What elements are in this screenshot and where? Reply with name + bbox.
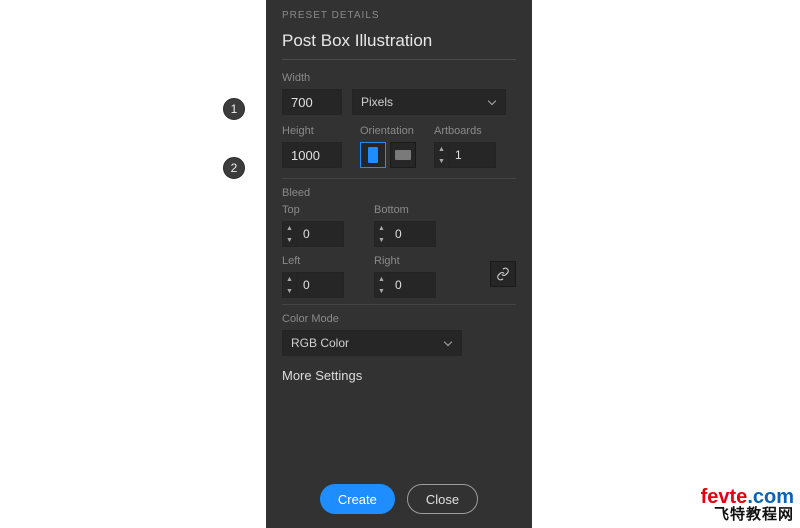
chevron-down-icon bbox=[487, 97, 497, 107]
artboards-spinner-buttons[interactable]: ▲ ▼ bbox=[434, 142, 448, 168]
bleed-label: Bleed bbox=[282, 187, 516, 199]
close-button[interactable]: Close bbox=[407, 484, 478, 514]
document-title-input[interactable] bbox=[282, 27, 516, 60]
divider bbox=[282, 178, 516, 179]
units-selected: Pixels bbox=[361, 95, 393, 109]
watermark-brand-1: fevte bbox=[701, 486, 748, 508]
color-mode-label: Color Mode bbox=[282, 313, 516, 325]
bleed-left-label: Left bbox=[282, 255, 344, 267]
watermark-subtitle: 飞特教程网 bbox=[701, 507, 794, 522]
chevron-down-icon[interactable]: ▼ bbox=[375, 234, 388, 246]
width-input[interactable] bbox=[282, 89, 342, 115]
callout-1: 1 bbox=[223, 98, 245, 120]
color-mode-dropdown[interactable]: RGB Color bbox=[282, 330, 462, 356]
chevron-down-icon[interactable]: ▼ bbox=[375, 285, 388, 297]
artboards-label: Artboards bbox=[434, 125, 496, 137]
color-mode-selected: RGB Color bbox=[291, 336, 349, 350]
chevron-up-icon[interactable]: ▲ bbox=[375, 273, 388, 285]
more-settings-link[interactable]: More Settings bbox=[282, 368, 516, 383]
units-dropdown[interactable]: Pixels bbox=[352, 89, 506, 115]
chevron-up-icon[interactable]: ▲ bbox=[375, 222, 388, 234]
bleed-bottom-label: Bottom bbox=[374, 204, 436, 216]
watermark-brand-2: .com bbox=[747, 486, 794, 508]
bleed-top-spinner[interactable]: ▲ ▼ bbox=[282, 221, 296, 247]
watermark: fevte.com 飞特教程网 bbox=[701, 487, 794, 522]
preset-details-panel: PRESET DETAILS Width Pixels Height Orien… bbox=[266, 0, 532, 528]
portrait-icon bbox=[368, 147, 378, 163]
chevron-up-icon[interactable]: ▲ bbox=[283, 273, 296, 285]
bleed-right-spinner[interactable]: ▲ ▼ bbox=[374, 272, 388, 298]
link-icon bbox=[496, 267, 510, 281]
bleed-top-input[interactable] bbox=[296, 221, 344, 247]
artboards-input[interactable] bbox=[448, 142, 496, 168]
width-label: Width bbox=[282, 72, 516, 84]
preset-details-header: PRESET DETAILS bbox=[282, 10, 516, 21]
chevron-up-icon[interactable]: ▲ bbox=[435, 143, 448, 155]
divider bbox=[282, 304, 516, 305]
chevron-down-icon[interactable]: ▼ bbox=[283, 234, 296, 246]
callout-2: 2 bbox=[223, 157, 245, 179]
link-bleed-button[interactable] bbox=[490, 261, 516, 287]
orientation-landscape-button[interactable] bbox=[390, 142, 416, 168]
create-button[interactable]: Create bbox=[320, 484, 395, 514]
orientation-portrait-button[interactable] bbox=[360, 142, 386, 168]
bleed-right-input[interactable] bbox=[388, 272, 436, 298]
landscape-icon bbox=[395, 150, 411, 160]
bleed-bottom-input[interactable] bbox=[388, 221, 436, 247]
height-input[interactable] bbox=[282, 142, 342, 168]
chevron-up-icon[interactable]: ▲ bbox=[283, 222, 296, 234]
bleed-left-input[interactable] bbox=[296, 272, 344, 298]
chevron-down-icon[interactable]: ▼ bbox=[283, 285, 296, 297]
chevron-down-icon[interactable]: ▼ bbox=[435, 155, 448, 167]
height-label: Height bbox=[282, 125, 342, 137]
bleed-top-label: Top bbox=[282, 204, 344, 216]
chevron-down-icon bbox=[443, 338, 453, 348]
bleed-right-label: Right bbox=[374, 255, 436, 267]
bleed-bottom-spinner[interactable]: ▲ ▼ bbox=[374, 221, 388, 247]
orientation-label: Orientation bbox=[360, 125, 416, 137]
bleed-left-spinner[interactable]: ▲ ▼ bbox=[282, 272, 296, 298]
